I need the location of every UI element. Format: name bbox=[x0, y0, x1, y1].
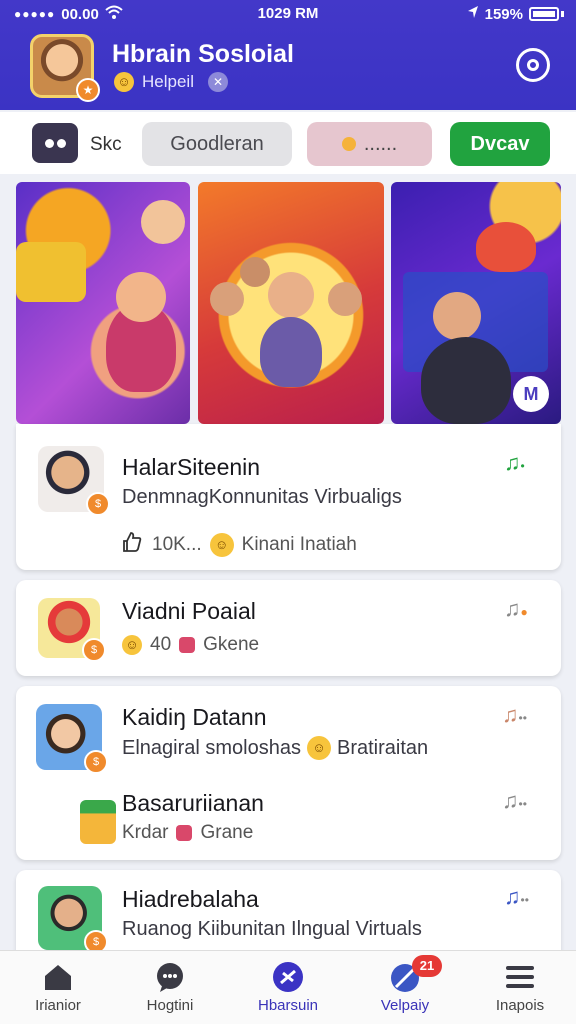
status-bar: ●●●●● 00.00 1029 RM 159% bbox=[0, 0, 576, 30]
nav-messages-label: Hogtini bbox=[146, 997, 194, 1014]
filter-chip-green[interactable]: Dvcav bbox=[450, 122, 550, 166]
post-subtitle: DenmnagKonnunitas Virbualigs bbox=[122, 486, 402, 508]
profile-avatar[interactable]: ★ bbox=[30, 34, 100, 102]
post-meta: Gkene bbox=[203, 634, 260, 655]
banner-carousel: M bbox=[0, 182, 576, 424]
coin-icon: ☺ bbox=[122, 635, 142, 655]
music-note-icon[interactable]: ♫• bbox=[504, 450, 525, 476]
battery-label: 159% bbox=[484, 5, 523, 23]
post-thumbnail: $ bbox=[38, 446, 110, 516]
coin-icon: $ bbox=[84, 750, 108, 774]
groups-icon[interactable] bbox=[32, 123, 78, 163]
post-meta: Grane bbox=[200, 822, 254, 843]
post-title: Hiadrebalaha bbox=[122, 886, 259, 912]
location-icon bbox=[467, 5, 479, 23]
compass-icon bbox=[271, 961, 305, 993]
banner-cartoon-party[interactable] bbox=[16, 182, 190, 424]
settings-button[interactable] bbox=[516, 48, 550, 82]
tag-icon bbox=[176, 825, 193, 841]
post-title: Viadni Poaial bbox=[122, 598, 256, 624]
home-icon bbox=[41, 961, 75, 993]
menu-icon bbox=[503, 961, 537, 993]
notification-badge: 21 bbox=[412, 955, 442, 977]
smiley-icon: ☺ bbox=[114, 72, 134, 92]
post-subtitle: Elnagiral smoloshas bbox=[122, 736, 301, 759]
post-meta: Krdar bbox=[122, 822, 169, 843]
post-card[interactable]: $ Hiadrebalaha Ruanog Kiibunitan Ilngual… bbox=[16, 870, 561, 960]
nav-activity-label: Velpaiy bbox=[380, 997, 430, 1014]
coin-icon: $ bbox=[86, 492, 110, 516]
nav-messages[interactable]: Hogtini bbox=[115, 961, 225, 1014]
post-thumbnail: $ bbox=[38, 598, 106, 662]
smiley-icon: ☺ bbox=[209, 533, 234, 557]
filter-chip-goodleran[interactable]: Goodleran bbox=[142, 122, 292, 166]
nav-home[interactable]: Irianior bbox=[3, 961, 113, 1014]
filter-chip-coins-label: ...... bbox=[363, 132, 398, 155]
nav-discover-label: Hbarsuin bbox=[257, 997, 319, 1014]
post-title: Kaidiŋ Datann bbox=[122, 704, 267, 730]
nav-home-label: Irianior bbox=[35, 997, 81, 1014]
gear-icon bbox=[527, 59, 539, 71]
gift-icon bbox=[80, 800, 116, 844]
filter-label: Skc bbox=[90, 134, 122, 155]
media-badge[interactable]: M bbox=[513, 376, 549, 412]
post-subtitle: Ruanog Kiibunitan Ilngual Virtuals bbox=[122, 918, 422, 940]
music-note-icon[interactable]: ♫•• bbox=[502, 702, 527, 728]
nav-activity[interactable]: 21 Velpaiy bbox=[350, 955, 460, 1014]
post-card[interactable]: $ HalarSiteenin DenmnagKonnunitas Virbua… bbox=[16, 424, 561, 570]
header-subtitle: Helpeil bbox=[142, 72, 194, 91]
app-title: Hbrain Sosloial bbox=[112, 40, 294, 68]
smiley-icon: ☺ bbox=[306, 736, 331, 760]
banner-guitar-player[interactable]: M bbox=[391, 182, 561, 424]
post-card[interactable]: $ Viadni Poaial ☺ 40 Gkene ♫● bbox=[16, 580, 561, 676]
nav-discover[interactable]: Hbarsuin bbox=[233, 961, 343, 1014]
battery-icon bbox=[529, 7, 559, 21]
app-header: ●●●●● 00.00 1029 RM 159% ★ Hbrain Sosloi… bbox=[0, 0, 576, 110]
filter-bar: Skc Goodleran ...... Dvcav bbox=[0, 112, 576, 174]
nav-menu[interactable]: Inapois bbox=[465, 961, 575, 1014]
nav-menu-label: Inapois bbox=[495, 997, 545, 1014]
tag-icon bbox=[179, 637, 196, 653]
bottom-nav: Irianior Hogtini Hbarsuin 21 Velpaiy Ina… bbox=[0, 950, 576, 1024]
post-thumbnail: $ bbox=[36, 704, 108, 774]
level-badge-icon: ★ bbox=[76, 78, 100, 102]
post-count: 40 bbox=[150, 634, 172, 655]
like-icon[interactable] bbox=[120, 530, 144, 560]
banner-group-cheer[interactable] bbox=[198, 182, 384, 424]
close-icon[interactable]: ✕ bbox=[207, 72, 228, 92]
filter-chip-coins[interactable]: ...... bbox=[307, 122, 432, 166]
coin-icon bbox=[341, 137, 356, 151]
coin-icon: $ bbox=[82, 638, 106, 662]
music-note-icon[interactable]: ♫● bbox=[504, 596, 528, 622]
chat-bubble-icon bbox=[153, 961, 187, 993]
music-note-icon[interactable]: ♫•• bbox=[504, 884, 529, 910]
post-title: HalarSiteenin bbox=[122, 454, 261, 480]
post-subtitle-2: Bratiraitan bbox=[336, 736, 429, 759]
like-count: 10K... bbox=[152, 534, 202, 555]
post-thumbnail: $ bbox=[38, 886, 108, 954]
post-title: Basaruriianan bbox=[122, 790, 264, 816]
post-card[interactable]: $ Kaidiŋ Datann Elnagiral smoloshas ☺ Br… bbox=[16, 686, 561, 860]
music-note-icon[interactable]: ♫•• bbox=[502, 788, 527, 814]
post-meta: Kinani Inatiah bbox=[241, 534, 357, 555]
